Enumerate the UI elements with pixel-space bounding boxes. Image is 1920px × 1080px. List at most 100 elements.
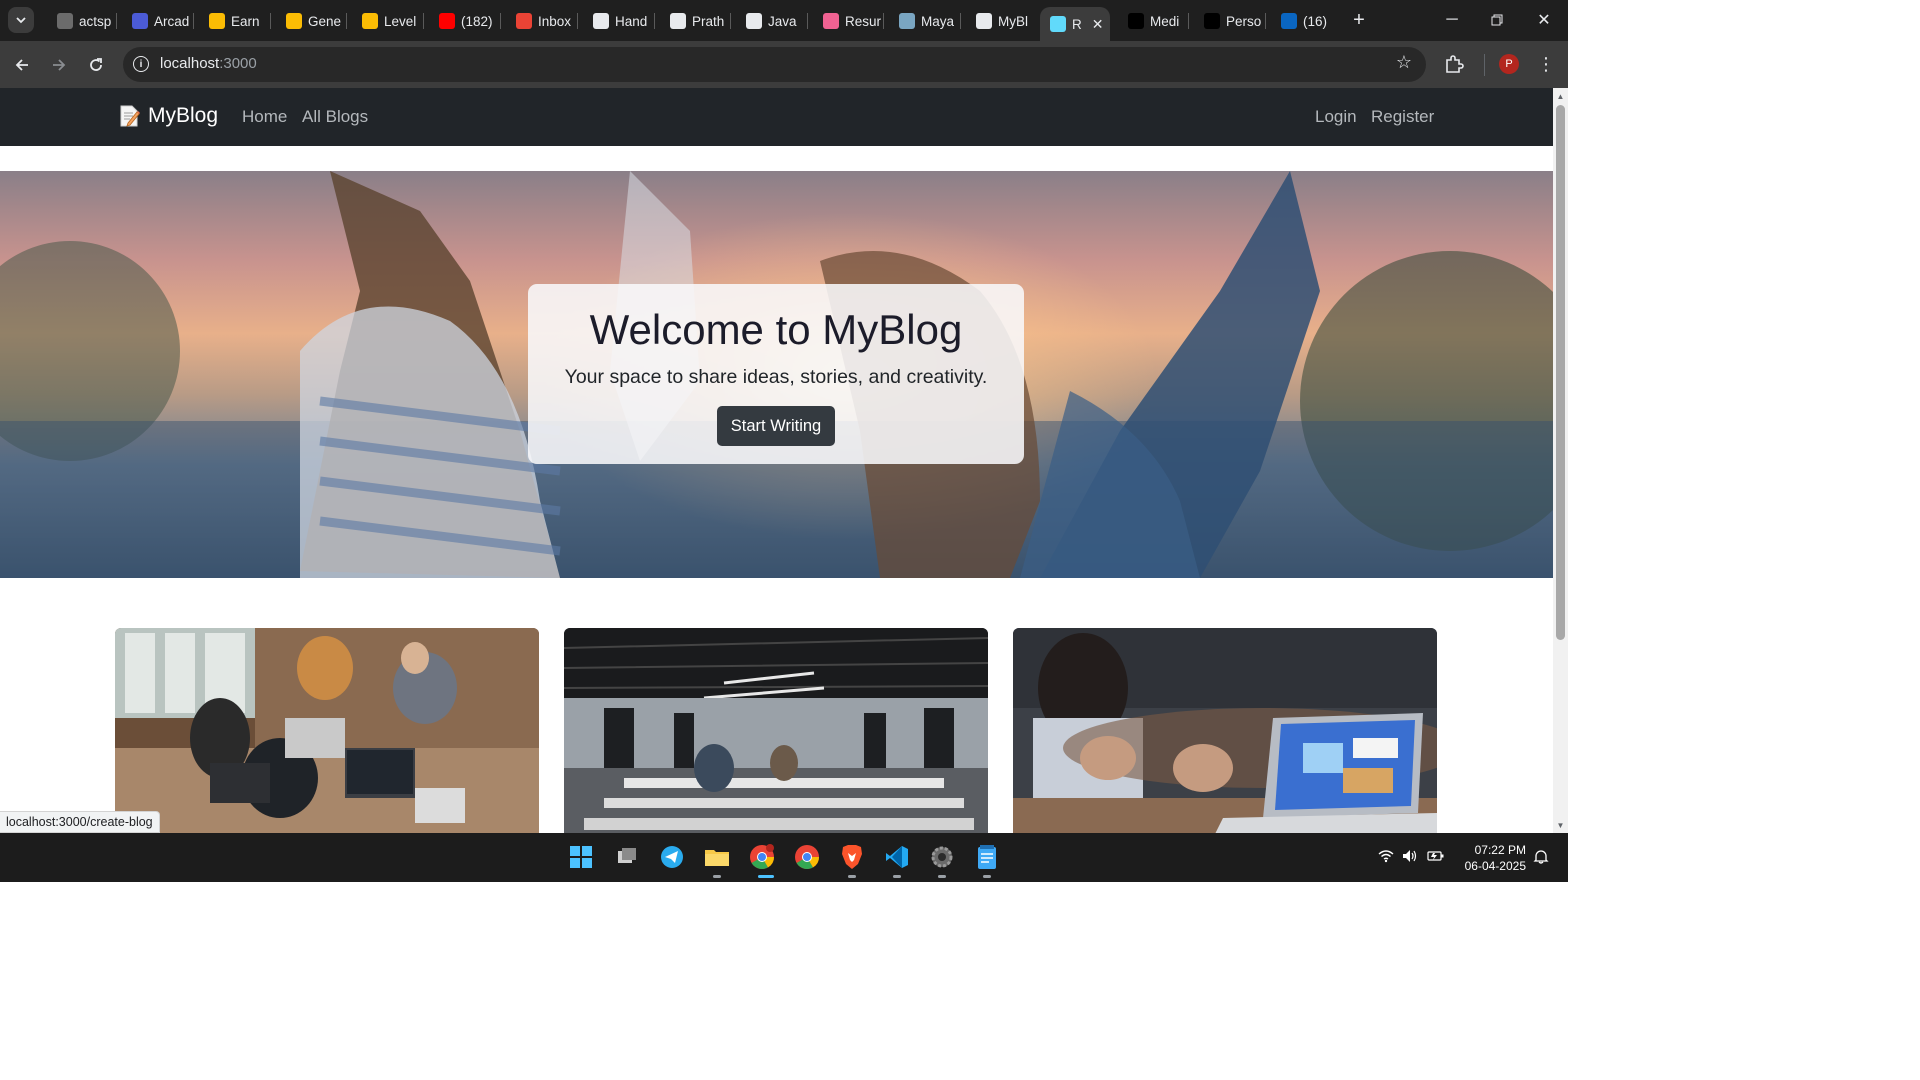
tab-separator (346, 13, 347, 29)
notepad-icon[interactable] (973, 843, 1001, 871)
brand-name: MyBlog (148, 104, 219, 127)
browser-tab[interactable]: Earn (199, 7, 275, 35)
brand-link[interactable]: MyBlog (118, 104, 218, 128)
tab-separator (577, 13, 578, 29)
reload-icon[interactable] (83, 52, 109, 78)
tab-favicon-icon (899, 13, 915, 29)
windows-start-icon[interactable] (567, 843, 595, 871)
system-clock[interactable]: 07:22 PM 06-04-2025 (1456, 842, 1526, 874)
browser-tab[interactable]: Resur (813, 7, 889, 35)
site-navbar: MyBlog Home All Blogs Login Register (0, 88, 1553, 146)
brave-icon[interactable] (838, 843, 866, 871)
vscode-icon[interactable] (883, 843, 911, 871)
forward-icon[interactable] (46, 52, 72, 78)
chrome-profile-icon[interactable] (748, 843, 776, 871)
tab-favicon-icon (593, 13, 609, 29)
new-tab-button[interactable]: + (1349, 9, 1369, 31)
tab-favicon-icon (1050, 16, 1066, 32)
tab-favicon-icon (746, 13, 762, 29)
browser-tab[interactable]: Maya (889, 7, 965, 35)
profile-avatar[interactable]: P (1499, 54, 1519, 74)
tab-title: Arcad (154, 13, 190, 29)
tab-title: Earn (231, 13, 260, 29)
tab-close-icon[interactable]: ✕ (1092, 16, 1104, 33)
tab-favicon-icon (132, 13, 148, 29)
hero-banner: Welcome to MyBlog Your space to share id… (0, 171, 1553, 578)
team-working-at-laptops-image (115, 628, 539, 833)
tab-favicon-icon (1128, 13, 1144, 29)
tab-favicon-icon (670, 13, 686, 29)
browser-tab[interactable]: actsp (47, 7, 123, 35)
address-bar[interactable]: i localhost:3000 ☆ (123, 47, 1426, 82)
tab-title: Medi (1150, 13, 1180, 29)
tab-separator (654, 13, 655, 29)
running-indicator (848, 875, 856, 878)
scroll-down-icon[interactable]: ▼ (1556, 821, 1565, 830)
nav-login-link[interactable]: Login (1315, 107, 1357, 127)
bookmark-star-icon[interactable]: ☆ (1396, 52, 1412, 73)
clock-date: 06-04-2025 (1464, 859, 1526, 873)
browser-tab[interactable]: Inbox (506, 7, 582, 35)
running-indicator (938, 875, 946, 878)
restore-icon[interactable] (1485, 8, 1509, 32)
browser-menu-icon[interactable]: ⋮ (1537, 53, 1555, 75)
chrome-icon[interactable] (793, 843, 821, 871)
hero-card: Welcome to MyBlog Your space to share id… (528, 284, 1024, 464)
volume-icon[interactable] (1402, 849, 1418, 866)
tab-favicon-icon (286, 13, 302, 29)
tab-title: Gene (308, 13, 342, 29)
task-view-icon[interactable] (613, 843, 641, 871)
nav-register-link[interactable]: Register (1371, 107, 1434, 127)
browser-tab[interactable]: Medi (1118, 7, 1194, 35)
blog-card[interactable] (564, 628, 988, 833)
notifications-icon[interactable] (1533, 849, 1549, 868)
file-explorer-icon[interactable] (703, 843, 731, 871)
nav-all-blogs-link[interactable]: All Blogs (302, 107, 368, 127)
tab-title: Prath (692, 13, 725, 29)
telegram-icon[interactable] (658, 843, 686, 871)
tab-title: actsp (79, 13, 112, 29)
address-url[interactable]: localhost:3000 (160, 55, 257, 72)
browser-tab[interactable]: (16) (1271, 7, 1347, 35)
page-viewport: MyBlog Home All Blogs Login Register Wel… (0, 88, 1553, 833)
browser-tab[interactable]: Level (352, 7, 428, 35)
close-window-icon[interactable]: ✕ (1532, 8, 1556, 32)
browser-tab[interactable]: Java (736, 7, 812, 35)
browser-tab[interactable]: Hand (583, 7, 659, 35)
browser-tab[interactable]: Prath (660, 7, 736, 35)
running-indicator (983, 875, 991, 878)
start-writing-button[interactable]: Start Writing (717, 406, 835, 446)
browser-tab[interactable]: (182) (429, 7, 505, 35)
browser-tab[interactable]: MyBl (966, 7, 1042, 35)
browser-tab[interactable]: Perso (1194, 7, 1270, 35)
page-scrollbar[interactable]: ▲ ▼ (1553, 88, 1568, 833)
settings-icon[interactable] (928, 843, 956, 871)
blog-card[interactable] (115, 628, 539, 833)
minimize-icon[interactable]: ─ (1440, 8, 1464, 32)
tab-search-button[interactable] (8, 7, 34, 33)
extensions-icon[interactable] (1443, 53, 1465, 75)
battery-icon[interactable] (1427, 849, 1445, 866)
tab-favicon-icon (209, 13, 225, 29)
wifi-icon[interactable] (1378, 849, 1394, 866)
tab-favicon-icon (516, 13, 532, 29)
nav-home-link[interactable]: Home (242, 107, 287, 127)
tab-favicon-icon (1281, 13, 1297, 29)
tab-separator (730, 13, 731, 29)
tab-title: Resur (845, 13, 882, 29)
screen: actsp Arcad Earn Gene Level (182) Inbox Hand Pra… (0, 0, 1568, 882)
browser-tab[interactable]: R ✕ (1040, 7, 1110, 41)
tab-separator (423, 13, 424, 29)
back-icon[interactable] (9, 52, 35, 78)
browser-tab[interactable]: Arcad (122, 7, 198, 35)
site-info-icon[interactable]: i (133, 56, 149, 72)
browser-tab[interactable]: Gene (276, 7, 352, 35)
scroll-up-icon[interactable]: ▲ (1556, 92, 1565, 101)
windows-taskbar: 07:22 PM 06-04-2025 (0, 833, 1568, 882)
tab-separator (883, 13, 884, 29)
blog-card[interactable] (1013, 628, 1437, 833)
tab-separator (960, 13, 961, 29)
scrollbar-thumb[interactable] (1556, 105, 1565, 640)
running-indicator (713, 875, 721, 878)
tab-title: MyBl (998, 13, 1028, 29)
